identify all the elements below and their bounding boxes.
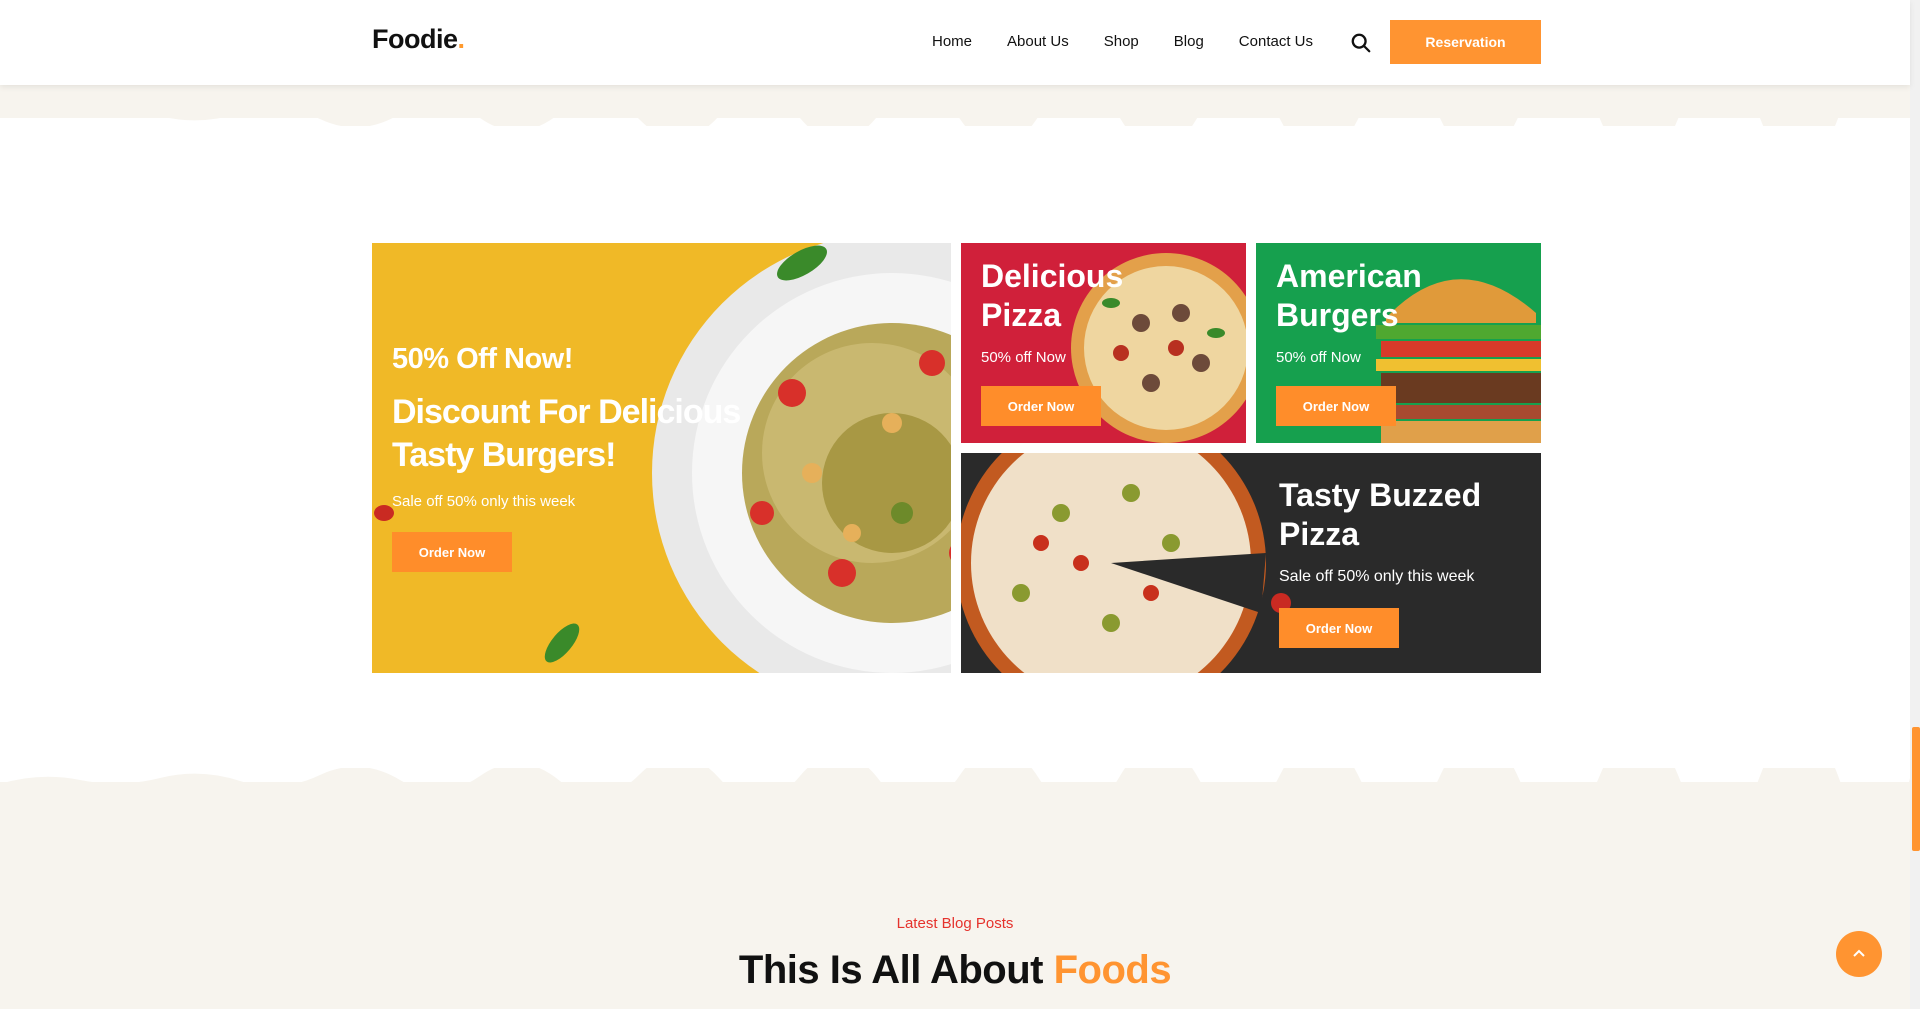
- pizza-title-line1: Delicious: [981, 258, 1124, 294]
- main-nav: Home About Us Shop Blog Contact Us: [932, 33, 1348, 50]
- back-to-top-button[interactable]: [1836, 931, 1882, 977]
- nav-blog[interactable]: Blog: [1174, 33, 1204, 50]
- tasty-title-line2: Pizza: [1279, 516, 1360, 552]
- banner-main: 50% Off Now! Discount For Delicious Tast…: [372, 243, 951, 673]
- scrollbar-thumb[interactable]: [1912, 727, 1920, 851]
- tasty-subtitle: Sale off 50% only this week: [1279, 568, 1475, 585]
- pizza-title-line2: Pizza: [981, 297, 1062, 333]
- main-title-line1: Discount For Delicious: [392, 393, 741, 431]
- section-subtitle: Latest Blog Posts: [896, 915, 1014, 932]
- main-subtitle: Sale off 50% only this week: [392, 493, 576, 510]
- nav-about[interactable]: About Us: [1007, 33, 1069, 50]
- burger-subtitle: 50% off Now: [1276, 349, 1361, 366]
- scrollbar-track[interactable]: [1910, 0, 1920, 1009]
- nav-home[interactable]: Home: [932, 33, 972, 50]
- site-header: Foodie. Home About Us Shop Blog Contact …: [0, 0, 1910, 85]
- nav-shop[interactable]: Shop: [1104, 33, 1139, 50]
- banner-tasty-pizza: Tasty Buzzed Pizza Sale off 50% only thi…: [961, 453, 1541, 673]
- pizza-subtitle: 50% off Now: [981, 349, 1066, 366]
- search-icon[interactable]: [1350, 32, 1372, 54]
- section-title: This Is All About Foods: [738, 948, 1172, 992]
- tasty-title-line1: Tasty Buzzed: [1279, 477, 1482, 513]
- order-now-button[interactable]: Order Now: [981, 386, 1101, 426]
- logo[interactable]: Foodie.: [372, 24, 465, 55]
- main-offer: 50% Off Now!: [392, 343, 573, 375]
- reservation-button[interactable]: Reservation: [1390, 20, 1541, 64]
- banner-burger: American Burgers 50% off Now Order Now: [1256, 243, 1541, 443]
- order-now-button[interactable]: Order Now: [392, 532, 512, 572]
- burger-title-line1: American: [1276, 258, 1422, 294]
- order-now-button[interactable]: Order Now: [1276, 386, 1396, 426]
- chevron-up-icon: [1853, 949, 1865, 957]
- banner-pizza: Delicious Pizza 50% off Now Order Now: [961, 243, 1246, 443]
- burger-title-line2: Burgers: [1276, 297, 1399, 333]
- main-title-line2: Tasty Burgers!: [392, 436, 616, 474]
- nav-contact[interactable]: Contact Us: [1239, 33, 1313, 50]
- torn-paper-divider: [0, 85, 1910, 126]
- order-now-button[interactable]: Order Now: [1279, 608, 1399, 648]
